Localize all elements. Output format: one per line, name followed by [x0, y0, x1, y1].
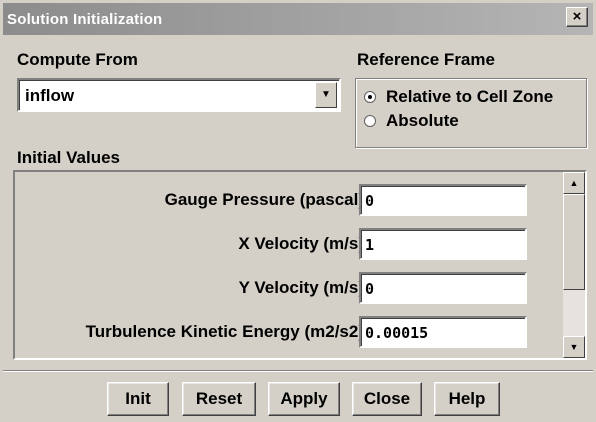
reference-frame-group: Relative to Cell Zone Absolute — [355, 78, 587, 148]
radio-relative-to-cell-zone[interactable]: Relative to Cell Zone — [364, 87, 553, 107]
x-velocity-input[interactable]: 1 — [359, 228, 527, 260]
reset-button[interactable]: Reset — [182, 382, 256, 416]
turbulence-kinetic-energy-input[interactable]: 0.00015 — [359, 316, 527, 348]
scroll-up-icon[interactable]: ▲ — [563, 172, 585, 194]
radio-button-checked[interactable] — [364, 91, 376, 103]
compute-from-label: Compute From — [17, 50, 138, 69]
scrollbar-thumb[interactable] — [563, 194, 585, 290]
field-label: X Velocity (m/s) — [238, 234, 364, 253]
compute-from-dropdown[interactable]: inflow ▼ — [17, 78, 341, 112]
divider — [3, 370, 593, 372]
radio-label: Absolute — [386, 111, 459, 130]
field-row-x-velocity: X Velocity (m/s) 1 — [15, 228, 540, 264]
field-label: Y Velocity (m/s) — [238, 278, 364, 297]
close-button[interactable]: Close — [352, 382, 422, 416]
field-label: Turbulence Kinetic Energy (m2/s2) — [85, 322, 364, 341]
y-velocity-input[interactable]: 0 — [359, 272, 527, 304]
apply-button[interactable]: Apply — [268, 382, 340, 416]
initial-values-label: Initial Values — [17, 148, 120, 167]
chevron-down-icon[interactable]: ▼ — [315, 82, 337, 108]
scroll-down-icon[interactable]: ▼ — [563, 336, 585, 358]
field-row-turbulence-kinetic-energy: Turbulence Kinetic Energy (m2/s2) 0.0001… — [15, 316, 540, 352]
radio-button[interactable] — [364, 115, 376, 127]
gauge-pressure-input[interactable]: 0 — [359, 184, 527, 216]
initial-values-panel: Gauge Pressure (pascal) 0 X Velocity (m/… — [13, 170, 587, 360]
close-icon[interactable]: × — [566, 7, 588, 27]
help-button[interactable]: Help — [434, 382, 500, 416]
field-row-y-velocity: Y Velocity (m/s) 0 — [15, 272, 540, 308]
radio-absolute[interactable]: Absolute — [364, 111, 459, 131]
vertical-scrollbar[interactable]: ▲ ▼ — [563, 172, 585, 358]
compute-from-value: inflow — [25, 86, 75, 105]
field-label: Gauge Pressure (pascal) — [164, 190, 364, 209]
radio-label: Relative to Cell Zone — [386, 87, 554, 106]
window-title: Solution Initialization — [7, 11, 163, 28]
reference-frame-label: Reference Frame — [357, 50, 495, 69]
init-button[interactable]: Init — [107, 382, 169, 416]
field-row-gauge-pressure: Gauge Pressure (pascal) 0 — [15, 184, 540, 220]
solution-initialization-dialog: Solution Initialization × Compute From i… — [0, 0, 596, 422]
title-bar[interactable]: Solution Initialization × — [3, 3, 593, 35]
